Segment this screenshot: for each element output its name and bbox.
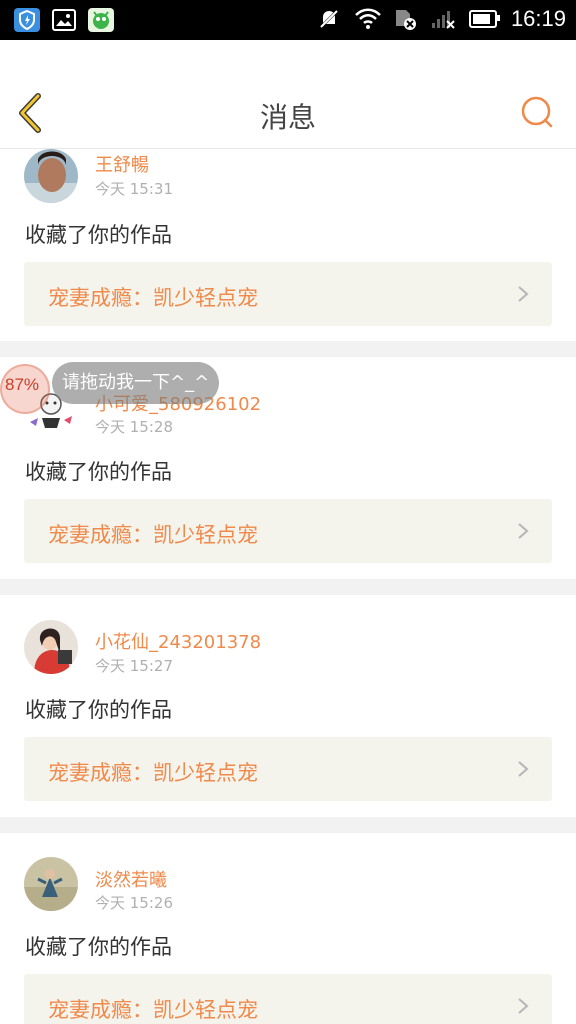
message-time: 今天 15:31 (95, 180, 173, 198)
divider (0, 817, 576, 833)
work-link[interactable]: 宠妻成瘾：凯少轻点宠 (24, 974, 552, 1024)
work-link[interactable]: 宠妻成瘾：凯少轻点宠 (24, 262, 552, 326)
message-card: 王舒暢 今天 15:31 收藏了你的作品 宠妻成瘾：凯少轻点宠 (0, 149, 576, 341)
chevron-right-icon (518, 523, 529, 539)
work-title: 宠妻成瘾：凯少轻点宠 (48, 286, 258, 310)
wifi-icon (355, 8, 381, 30)
search-icon (521, 96, 553, 128)
divider (0, 341, 576, 357)
message-card: 小花仙_243201378 今天 15:27 收藏了你的作品 宠妻成瘾：凯少轻点… (0, 595, 576, 817)
work-title: 宠妻成瘾：凯少轻点宠 (48, 998, 258, 1022)
battery-icon (468, 10, 500, 28)
message-card: 淡然若曦 今天 15:26 收藏了你的作品 宠妻成瘾：凯少轻点宠 (0, 833, 576, 1024)
avatar[interactable] (24, 149, 78, 203)
silent-icon (317, 8, 341, 30)
work-link[interactable]: 宠妻成瘾：凯少轻点宠 (24, 499, 552, 563)
game-app-icon (88, 8, 114, 32)
floating-tip: 请拖动我一下^_^ (52, 362, 220, 404)
shield-app-icon (14, 8, 40, 32)
username-link[interactable]: 淡然若曦 (95, 866, 167, 892)
search-button[interactable] (520, 95, 554, 129)
message-list[interactable]: 王舒暢 今天 15:31 收藏了你的作品 宠妻成瘾：凯少轻点宠 小可爱_5809… (0, 149, 576, 1024)
signal-icon (431, 8, 455, 30)
message-action: 收藏了你的作品 (25, 935, 172, 959)
avatar[interactable] (24, 620, 78, 674)
username-link[interactable]: 王舒暢 (95, 151, 149, 177)
app-header: 消息 (0, 40, 576, 149)
message-action: 收藏了你的作品 (25, 698, 172, 722)
clock: 16:19 (510, 6, 566, 31)
status-bar: 16:19 (0, 0, 576, 40)
sim-off-icon (393, 8, 417, 30)
chevron-right-icon (518, 998, 529, 1014)
avatar[interactable] (24, 857, 78, 911)
message-action: 收藏了你的作品 (25, 223, 172, 247)
battery-level (472, 14, 490, 24)
page-title: 消息 (259, 101, 316, 134)
work-link[interactable]: 宠妻成瘾：凯少轻点宠 (24, 737, 552, 801)
username-link[interactable]: 小花仙_243201378 (95, 628, 261, 654)
message-action: 收藏了你的作品 (25, 460, 172, 484)
work-title: 宠妻成瘾：凯少轻点宠 (48, 523, 258, 547)
message-time: 今天 15:27 (95, 657, 173, 675)
chevron-right-icon (518, 286, 529, 302)
divider (0, 579, 576, 595)
message-time: 今天 15:26 (95, 894, 173, 912)
gallery-icon (52, 9, 76, 31)
floating-ball-percent: 87% (5, 375, 40, 394)
work-title: 宠妻成瘾：凯少轻点宠 (48, 761, 258, 785)
message-time: 今天 15:28 (95, 418, 173, 436)
chevron-right-icon (518, 761, 529, 777)
